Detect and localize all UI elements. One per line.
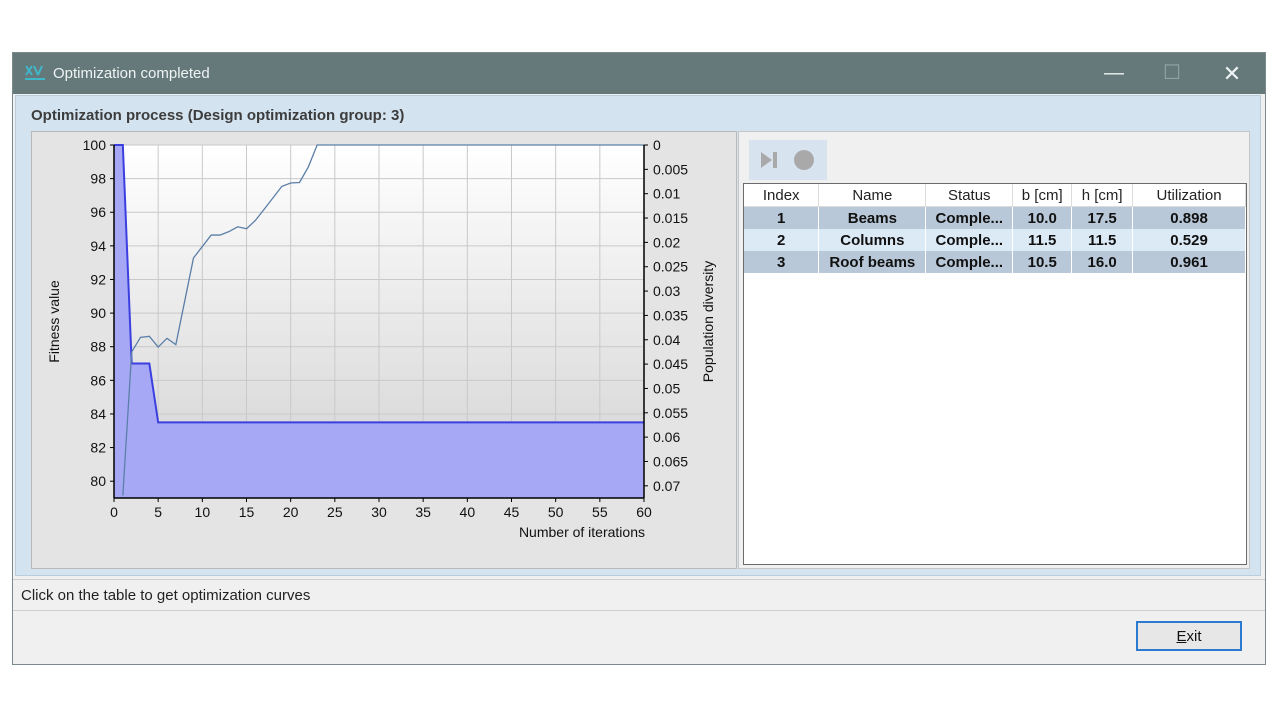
y2-tick-label: 0.02 — [653, 234, 680, 250]
results-panel: Index Name Status b [cm] h [cm] Utilizat… — [738, 131, 1250, 569]
x-tick-label: 35 — [415, 504, 431, 520]
y2-tick-label: 0.045 — [653, 356, 688, 372]
x-axis-title: Number of iterations — [519, 524, 645, 540]
cell-utilization[interactable]: 0.898 — [1132, 206, 1246, 229]
column-header-name[interactable]: Name — [818, 184, 927, 207]
close-button[interactable]: ✕ — [1203, 53, 1261, 94]
exit-button[interactable]: Exit — [1136, 621, 1242, 651]
x-tick-label: 55 — [592, 504, 608, 520]
y-tick-label: 86 — [90, 372, 106, 388]
cell-h[interactable]: 17.5 — [1071, 206, 1134, 229]
optimization-chart: 0 5 10 15 20 25 30 35 40 45 50 55 60 80 82 84 86 88 90 92 94… — [46, 137, 716, 540]
y-tick-label: 84 — [90, 406, 106, 422]
y2-tick-label: 0.01 — [653, 186, 680, 202]
optimization-group: Optimization process (Design optimizatio… — [15, 95, 1261, 576]
y-tick-label: 92 — [90, 271, 106, 287]
title-bar[interactable]: Optimization completed — ☐ ✕ — [13, 53, 1265, 94]
y2-tick-label: 0.055 — [653, 405, 688, 421]
app-logo-icon — [25, 65, 45, 80]
x-tick-label: 50 — [548, 504, 564, 520]
cell-b[interactable]: 10.0 — [1012, 206, 1073, 229]
y-axis-title: Fitness value — [46, 280, 62, 363]
cell-h[interactable]: 11.5 — [1071, 229, 1134, 251]
group-title: Optimization process (Design optimizatio… — [31, 107, 405, 124]
column-header-index[interactable]: Index — [744, 184, 820, 207]
y2-tick-label: 0.06 — [653, 429, 680, 445]
exit-button-label: Exit — [1176, 627, 1202, 645]
status-bar: Click on the table to get optimization c… — [13, 579, 1265, 611]
x-tick-label: 40 — [460, 504, 476, 520]
x-tick-label: 45 — [504, 504, 520, 520]
optimization-window: Optimization completed — ☐ ✕ Optimizatio… — [12, 52, 1266, 665]
step-play-icon[interactable] — [757, 148, 783, 172]
y2-tick-label: 0.025 — [653, 259, 688, 275]
cell-name[interactable]: Roof beams — [818, 251, 927, 273]
column-header-status[interactable]: Status — [925, 184, 1014, 207]
cell-status[interactable]: Comple... — [925, 206, 1014, 229]
x-tick-label: 0 — [110, 504, 118, 520]
table-header-row: Index Name Status b [cm] h [cm] Utilizat… — [744, 184, 1246, 207]
y2-tick-label: 0.065 — [653, 453, 688, 469]
window-title: Optimization completed — [53, 65, 210, 82]
x-tick-label: 20 — [283, 504, 299, 520]
status-text: Click on the table to get optimization c… — [21, 587, 311, 604]
y-tick-label: 94 — [90, 238, 106, 254]
table-row[interactable]: 2 Columns Comple... 11.5 11.5 0.529 — [744, 229, 1246, 251]
y-tick-label: 98 — [90, 171, 106, 187]
y-tick-label: 96 — [90, 204, 106, 220]
y-tick-label: 82 — [90, 440, 106, 456]
cell-name[interactable]: Columns — [818, 229, 927, 251]
cell-h[interactable]: 16.0 — [1071, 251, 1134, 273]
column-header-h[interactable]: h [cm] — [1071, 184, 1134, 207]
x-tick-label: 25 — [327, 504, 343, 520]
y-tick-label: 100 — [83, 137, 107, 153]
x-tick-label: 5 — [154, 504, 162, 520]
y2-tick-label: 0.07 — [653, 478, 680, 494]
column-header-utilization[interactable]: Utilization — [1132, 184, 1246, 207]
cell-name[interactable]: Beams — [818, 206, 927, 229]
minimize-button[interactable]: — — [1085, 53, 1143, 94]
cell-utilization[interactable]: 0.961 — [1132, 251, 1246, 273]
x-tick-label: 10 — [195, 504, 211, 520]
cell-index[interactable]: 1 — [744, 206, 820, 229]
cell-utilization[interactable]: 0.529 — [1132, 229, 1246, 251]
y2-axis-title: Population diversity — [700, 261, 716, 382]
y2-tick-label: 0.03 — [653, 283, 680, 299]
y2-tick-label: 0.05 — [653, 380, 680, 396]
playback-toolbar — [749, 140, 827, 180]
y2-tick-label: 0 — [653, 137, 661, 153]
y2-tick-label: 0.04 — [653, 332, 680, 348]
cell-index[interactable]: 2 — [744, 229, 820, 251]
cell-status[interactable]: Comple... — [925, 251, 1014, 273]
maximize-button[interactable]: ☐ — [1143, 53, 1201, 94]
y-tick-label: 88 — [90, 339, 106, 355]
y2-tick-label: 0.035 — [653, 307, 688, 323]
y2-tick-label: 0.015 — [653, 210, 688, 226]
y2-tick-label: 0.005 — [653, 161, 688, 177]
optimization-chart-panel: 0 5 10 15 20 25 30 35 40 45 50 55 60 80 82 84 86 88 90 92 94… — [31, 131, 737, 569]
y-tick-label: 80 — [90, 473, 106, 489]
table-row[interactable]: 1 Beams Comple... 10.0 17.5 0.898 — [744, 206, 1246, 229]
x-tick-label: 60 — [636, 504, 652, 520]
cell-b[interactable]: 10.5 — [1012, 251, 1073, 273]
y-tick-label: 90 — [90, 305, 106, 321]
stop-icon[interactable] — [791, 148, 817, 172]
cell-status[interactable]: Comple... — [925, 229, 1014, 251]
cell-index[interactable]: 3 — [744, 251, 820, 273]
x-tick-label: 30 — [371, 504, 387, 520]
results-table[interactable]: Index Name Status b [cm] h [cm] Utilizat… — [743, 183, 1247, 565]
table-row[interactable]: 3 Roof beams Comple... 10.5 16.0 0.961 — [744, 251, 1246, 273]
cell-b[interactable]: 11.5 — [1012, 229, 1073, 251]
column-header-b[interactable]: b [cm] — [1012, 184, 1073, 207]
x-tick-label: 15 — [239, 504, 255, 520]
